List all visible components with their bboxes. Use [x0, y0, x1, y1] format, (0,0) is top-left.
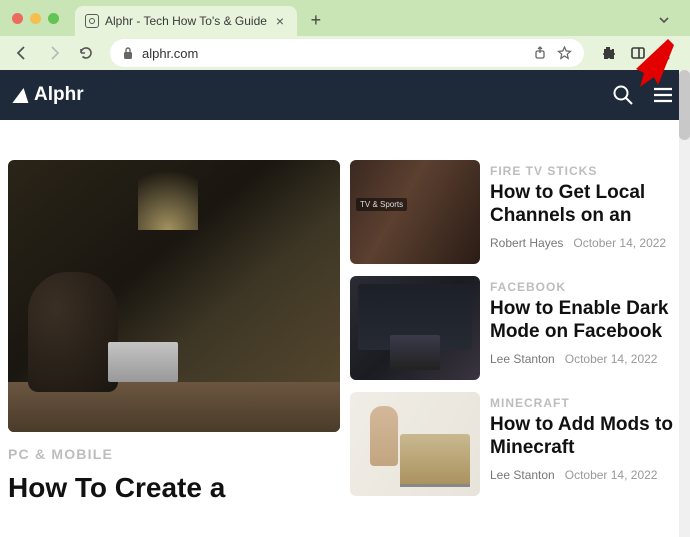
reload-button[interactable]	[72, 39, 100, 67]
page-content: PC & MOBILE How To Create a FIRE TV STIC…	[0, 120, 690, 537]
article-title[interactable]: How to Get Local Channels on an	[490, 182, 682, 228]
article-card: FACEBOOK How to Enable Dark Mode on Face…	[350, 276, 682, 380]
forward-button[interactable]	[40, 39, 68, 67]
bookmark-star-icon[interactable]	[557, 46, 572, 61]
browser-chrome: Alphr - Tech How To's & Guide × + alphr.…	[0, 0, 690, 70]
article-category[interactable]: FIRE TV STICKS	[490, 164, 682, 178]
article-meta: Robert Hayes October 14, 2022	[490, 236, 682, 250]
article-title[interactable]: How to Add Mods to Minecraft	[490, 414, 682, 460]
article-image[interactable]	[350, 276, 480, 380]
article-image[interactable]	[350, 392, 480, 496]
tab-close-button[interactable]: ×	[273, 14, 287, 28]
logo-mark-icon	[12, 88, 31, 103]
window-controls	[12, 13, 59, 24]
article-category[interactable]: FACEBOOK	[490, 280, 682, 294]
search-button[interactable]	[610, 82, 636, 108]
extensions-button[interactable]	[594, 39, 622, 67]
vertical-scrollbar[interactable]	[679, 70, 690, 537]
article-list: FIRE TV STICKS How to Get Local Channels…	[350, 160, 682, 529]
hero-image[interactable]	[8, 160, 340, 432]
sidepanel-button[interactable]	[624, 39, 652, 67]
tab-strip: Alphr - Tech How To's & Guide × +	[0, 0, 690, 36]
article-date: October 14, 2022	[565, 352, 658, 366]
article-date: October 14, 2022	[573, 236, 666, 250]
tab-title: Alphr - Tech How To's & Guide	[105, 14, 267, 28]
window-close-button[interactable]	[12, 13, 23, 24]
article-meta: Lee Stanton October 14, 2022	[490, 468, 682, 482]
browser-tab[interactable]: Alphr - Tech How To's & Guide ×	[75, 6, 297, 36]
article-date: October 14, 2022	[565, 468, 658, 482]
tab-favicon-icon	[85, 14, 99, 28]
hero-category[interactable]: PC & MOBILE	[8, 446, 340, 462]
header-actions	[610, 82, 676, 108]
article-meta: Lee Stanton October 14, 2022	[490, 352, 682, 366]
article-card: MINECRAFT How to Add Mods to Minecraft L…	[350, 392, 682, 496]
window-maximize-button[interactable]	[48, 13, 59, 24]
window-minimize-button[interactable]	[30, 13, 41, 24]
article-author[interactable]: Lee Stanton	[490, 352, 555, 366]
menu-button[interactable]	[650, 82, 676, 108]
article-title[interactable]: How to Enable Dark Mode on Facebook	[490, 298, 682, 344]
site-logo[interactable]: Alphr	[14, 84, 84, 106]
site-header: Alphr	[0, 70, 690, 120]
url-text: alphr.com	[142, 46, 525, 61]
tab-list-dropdown[interactable]	[652, 8, 676, 32]
article-card: FIRE TV STICKS How to Get Local Channels…	[350, 160, 682, 264]
lock-icon	[122, 46, 134, 60]
logo-text: Alphr	[34, 84, 84, 106]
share-icon[interactable]	[533, 46, 547, 60]
article-author[interactable]: Lee Stanton	[490, 468, 555, 482]
article-category[interactable]: MINECRAFT	[490, 396, 682, 410]
address-bar[interactable]: alphr.com	[110, 39, 584, 67]
browser-toolbar: alphr.com	[0, 36, 690, 70]
article-author[interactable]: Robert Hayes	[490, 236, 563, 250]
chrome-menu-button[interactable]	[654, 39, 682, 67]
article-image[interactable]	[350, 160, 480, 264]
new-tab-button[interactable]: +	[303, 7, 329, 33]
hero-title[interactable]: How To Create a	[8, 472, 340, 504]
scrollbar-thumb[interactable]	[679, 70, 690, 140]
hero-column: PC & MOBILE How To Create a	[8, 160, 340, 529]
back-button[interactable]	[8, 39, 36, 67]
